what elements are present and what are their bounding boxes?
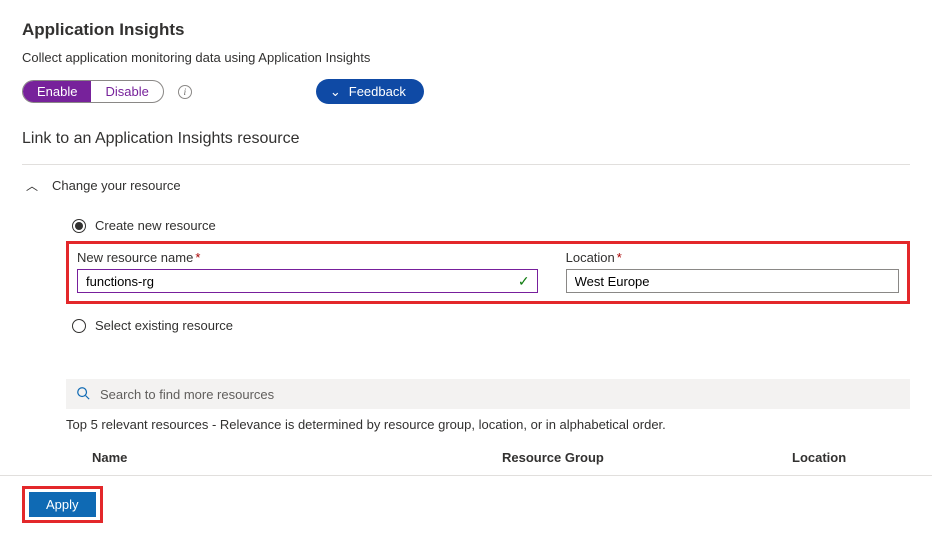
radio-icon: [72, 319, 86, 333]
location-input[interactable]: [566, 269, 899, 293]
enable-disable-toggle[interactable]: Enable Disable: [22, 80, 164, 103]
radio-select-existing[interactable]: Select existing resource: [72, 318, 910, 333]
radio-create-label: Create new resource: [95, 218, 216, 233]
required-asterisk: *: [617, 250, 622, 265]
radio-existing-label: Select existing resource: [95, 318, 233, 333]
chevron-up-icon: ︿: [26, 177, 38, 194]
required-asterisk: *: [195, 250, 200, 265]
apply-button[interactable]: Apply: [29, 492, 96, 517]
new-resource-name-input[interactable]: [77, 269, 538, 293]
page-subtitle: Collect application monitoring data usin…: [22, 50, 910, 65]
search-icon: [76, 386, 90, 403]
radio-create-new[interactable]: Create new resource: [72, 218, 910, 233]
chevron-down-icon: ⌄: [330, 85, 341, 98]
toggle-disable[interactable]: Disable: [91, 81, 162, 102]
location-label: Location*: [566, 250, 899, 265]
col-rg: Resource Group: [502, 450, 792, 465]
resource-table-header: Name Resource Group Location: [22, 450, 910, 465]
apply-highlight: Apply: [22, 486, 103, 523]
feedback-label: Feedback: [349, 84, 406, 99]
info-icon[interactable]: i: [178, 85, 192, 99]
feedback-button[interactable]: ⌄ Feedback: [316, 79, 424, 104]
link-resource-heading: Link to an Application Insights resource: [22, 130, 910, 148]
new-resource-fields-highlight: New resource name* ✓ Location*: [66, 241, 910, 304]
relevance-helper-text: Top 5 relevant resources - Relevance is …: [66, 417, 910, 432]
radio-icon: [72, 219, 86, 233]
validation-check-icon: ✓: [518, 273, 530, 290]
page-title: Application Insights: [22, 20, 910, 40]
change-resource-expander[interactable]: ︿ Change your resource: [22, 165, 910, 204]
footer-divider: [0, 475, 932, 476]
expander-label: Change your resource: [52, 178, 181, 193]
col-name: Name: [92, 450, 502, 465]
col-loc: Location: [792, 450, 910, 465]
new-resource-name-label: New resource name*: [77, 250, 538, 265]
resource-search[interactable]: [66, 379, 910, 409]
resource-search-input[interactable]: [98, 386, 900, 403]
toggle-enable[interactable]: Enable: [23, 81, 91, 102]
